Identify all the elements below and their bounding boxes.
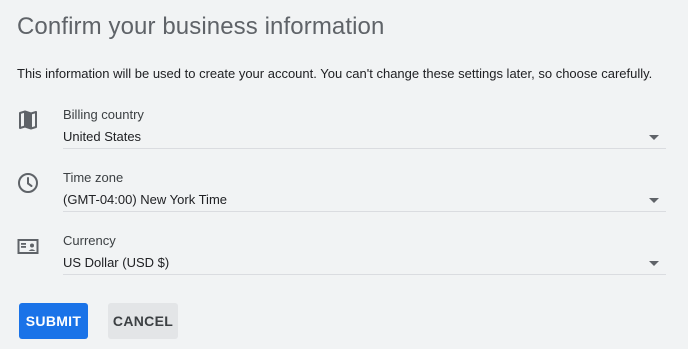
clock-icon xyxy=(17,172,39,194)
page-title: Confirm your business information xyxy=(17,13,385,40)
billing-country-label: Billing country xyxy=(63,107,144,122)
time-zone-field: Time zone (GMT-04:00) New York Time xyxy=(0,170,688,226)
business-info-dialog: Confirm your business information This i… xyxy=(0,0,688,349)
currency-value: US Dollar (USD $) xyxy=(63,255,170,270)
cancel-button[interactable]: CANCEL xyxy=(108,303,178,339)
map-icon xyxy=(17,109,39,131)
billing-country-field: Billing country United States xyxy=(0,107,688,163)
currency-select[interactable]: US Dollar (USD $) xyxy=(63,249,666,275)
dialog-description: This information will be used to create … xyxy=(17,66,653,81)
currency-label: Currency xyxy=(63,233,116,248)
submit-button[interactable]: SUBMIT xyxy=(19,303,88,339)
dropdown-arrow-icon xyxy=(649,261,659,266)
dropdown-arrow-icon xyxy=(649,198,659,203)
time-zone-label: Time zone xyxy=(63,170,124,185)
dropdown-arrow-icon xyxy=(649,135,659,140)
billing-country-select[interactable]: United States xyxy=(63,123,666,149)
time-zone-value: (GMT-04:00) New York Time xyxy=(63,192,227,207)
billing-country-value: United States xyxy=(63,129,142,144)
currency-icon xyxy=(17,235,39,257)
currency-field: Currency US Dollar (USD $) xyxy=(0,233,688,289)
time-zone-select[interactable]: (GMT-04:00) New York Time xyxy=(63,186,666,212)
